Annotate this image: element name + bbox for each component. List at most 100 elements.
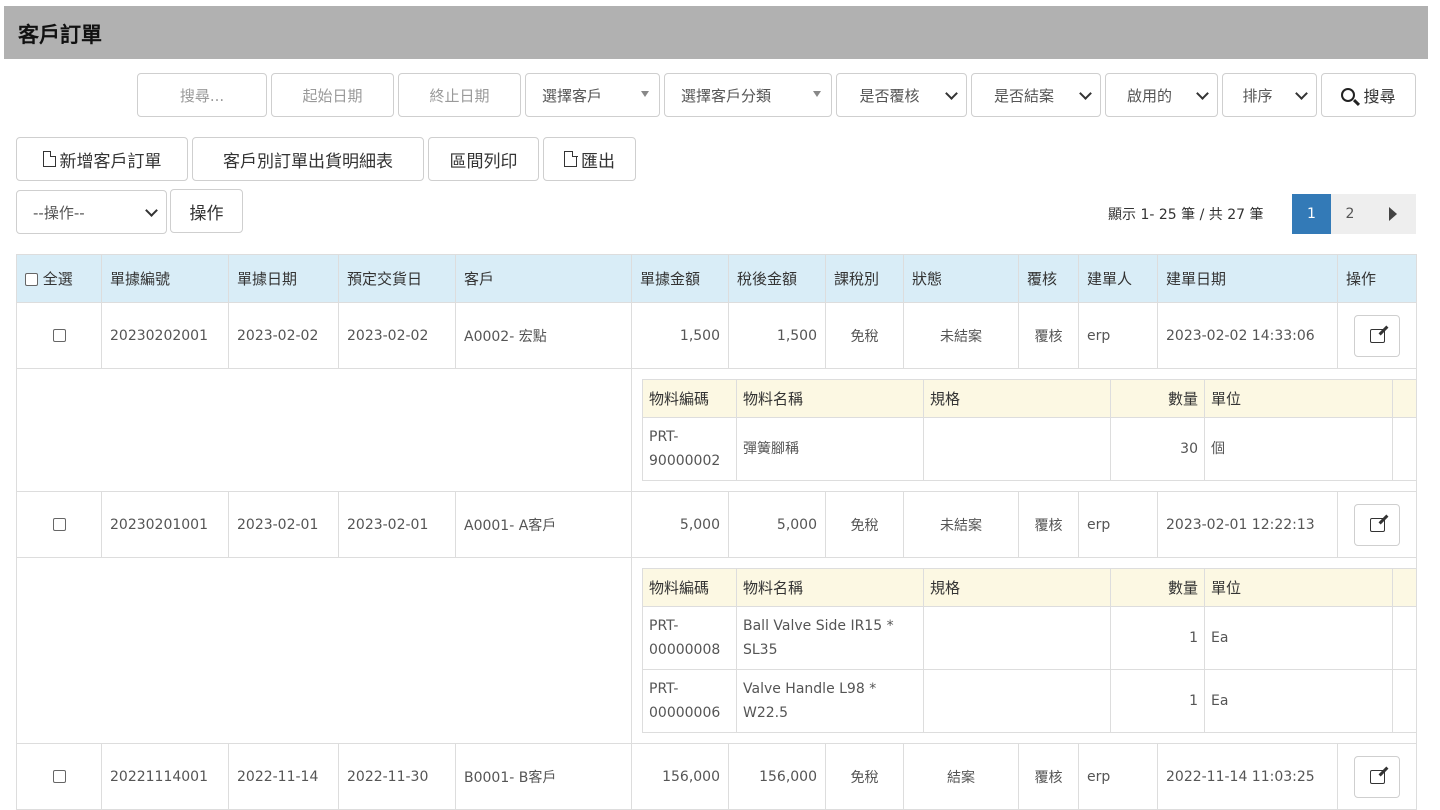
after-tax-cell: 1,500 [728,302,826,369]
end-date-input[interactable]: 終止日期 [398,73,521,117]
created-at-cell: 2022-11-14 11:03:25 [1157,743,1338,810]
customer-cell: B0001- B客戶 [455,743,632,810]
search-input[interactable]: 搜尋... [137,73,267,117]
export-button[interactable]: 匯出 [543,137,636,181]
col-after-tax: 稅後金額 [728,254,826,303]
bulk-action-button[interactable]: 操作 [170,189,243,233]
row-checkbox[interactable] [52,518,66,531]
order-items-table: 物料編碼 物料名稱 規格 數量 單位 已交 未交 PRT-90000002 彈簧… [642,379,1416,481]
doc-no-cell: 20221114001 [101,743,229,810]
item-qty: 30 [1110,417,1205,481]
page-2-button[interactable]: 2 [1331,194,1369,234]
search-button[interactable]: 搜尋 [1321,73,1416,117]
order-detail-row: 物料編碼 物料名稱 規格 數量 單位 已交 未交 PRT-90000002 彈簧… [16,368,1417,492]
edit-button[interactable] [1354,314,1400,357]
status-cell: 未結案 [903,302,1019,369]
delivery-date-cell: 2023-02-02 [338,302,456,369]
item-code: PRT-90000002 [642,417,737,481]
sort-select[interactable]: 排序 [1222,73,1317,117]
page-1-button[interactable]: 1 [1292,194,1331,234]
col-doc-date: 單據日期 [228,254,339,303]
item-row: PRT-00000008 Ball Valve Side IR15 * SL35… [642,606,1416,670]
item-delivered: 0 [1392,417,1416,481]
next-page-button[interactable] [1369,194,1416,234]
doc-no-cell: 20230201001 [101,491,229,558]
caret-down-icon [813,91,821,97]
item-unit: Ea [1204,606,1393,670]
delivery-date-cell: 2023-02-01 [338,491,456,558]
amount-cell: 1,500 [631,302,729,369]
file-icon [564,150,578,167]
item-spec [923,606,1111,670]
status-cell: 結案 [903,743,1019,810]
item-code: PRT-00000006 [642,669,737,733]
chevron-down-icon [945,87,958,100]
item-name: Valve Handle L98 * W22.5 [736,669,924,733]
edit-icon [1369,517,1385,532]
page-title: 客戶訂單 [18,23,102,47]
search-icon [1341,88,1356,102]
edit-button[interactable] [1354,755,1400,798]
order-items-table: 物料編碼 物料名稱 規格 數量 單位 已交 未交 PRT-00000008 Ba… [642,568,1416,733]
row-checkbox[interactable] [52,770,66,783]
creator-cell: erp [1078,302,1158,369]
col-status: 狀態 [903,254,1019,303]
item-qty: 1 [1110,606,1205,670]
row-checkbox[interactable] [52,329,66,342]
start-date-input[interactable]: 起始日期 [271,73,394,117]
order-row: 20230202001 2023-02-02 2023-02-02 A0002-… [16,302,1417,369]
chevron-down-icon [145,204,158,217]
col-action: 操作 [1337,254,1417,303]
after-tax-cell: 5,000 [728,491,826,558]
customer-cell: A0001- A客戶 [455,491,632,558]
caret-right-icon [1388,207,1397,221]
closed-select[interactable]: 是否結案 [971,73,1101,117]
amount-cell: 5,000 [631,491,729,558]
new-order-button[interactable]: 新增客戶訂單 [16,137,188,181]
item-unit: Ea [1204,669,1393,733]
shipping-detail-report-button[interactable]: 客戶別訂單出貨明細表 [192,137,424,181]
item-qty: 1 [1110,669,1205,733]
order-row: 20230201001 2023-02-01 2023-02-01 A0001-… [16,491,1417,558]
item-code: PRT-00000008 [642,606,737,670]
customer-cell: A0002- 宏點 [455,302,632,369]
col-review: 覆核 [1018,254,1079,303]
enabled-select[interactable]: 啟用的 [1105,73,1218,117]
review-cell: 覆核 [1018,743,1079,810]
status-cell: 未結案 [903,491,1019,558]
table-header-row: 全選 單據編號 單據日期 預定交貨日 客戶 單據金額 稅後金額 課稅別 狀態 覆… [16,254,1417,303]
after-tax-cell: 156,000 [728,743,826,810]
item-spec [923,417,1111,481]
bulk-action-select[interactable]: --操作-- [16,190,167,234]
reviewed-select[interactable]: 是否覆核 [836,73,967,117]
title-bar: 客戶訂單 [4,6,1428,59]
customer-select[interactable]: 選擇客戶 [525,73,660,117]
customer-category-select[interactable]: 選擇客戶分類 [664,73,832,117]
review-cell: 覆核 [1018,491,1079,558]
select-all-header[interactable]: 全選 [16,254,102,303]
creator-cell: erp [1078,743,1158,810]
tax-type-cell: 免稅 [825,743,904,810]
col-creator: 建單人 [1078,254,1158,303]
order-row: 20221114001 2022-11-14 2022-11-30 B0001-… [16,743,1417,810]
col-delivery-date: 預定交貨日 [338,254,456,303]
chevron-down-icon [1196,87,1209,100]
chevron-down-icon [1079,87,1092,100]
item-delivered: 0 [1392,669,1416,733]
created-at-cell: 2023-02-02 14:33:06 [1157,302,1338,369]
item-name: Ball Valve Side IR15 * SL35 [736,606,924,670]
creator-cell: erp [1078,491,1158,558]
created-at-cell: 2023-02-01 12:22:13 [1157,491,1338,558]
pagination-info: 顯示 1- 25 筆 / 共 27 筆 [1108,207,1264,223]
col-tax-type: 課稅別 [825,254,904,303]
edit-icon [1369,328,1385,343]
item-row: PRT-90000002 彈簧腳稱 30 個 0 30 [642,417,1416,481]
edit-button[interactable] [1354,503,1400,546]
select-all-checkbox[interactable] [25,273,38,286]
range-print-button[interactable]: 區間列印 [428,137,539,181]
items-header-row: 物料編碼 物料名稱 規格 數量 單位 已交 未交 [642,568,1416,607]
doc-date-cell: 2023-02-02 [228,302,339,369]
tax-type-cell: 免稅 [825,491,904,558]
doc-no-cell: 20230202001 [101,302,229,369]
doc-date-cell: 2023-02-01 [228,491,339,558]
